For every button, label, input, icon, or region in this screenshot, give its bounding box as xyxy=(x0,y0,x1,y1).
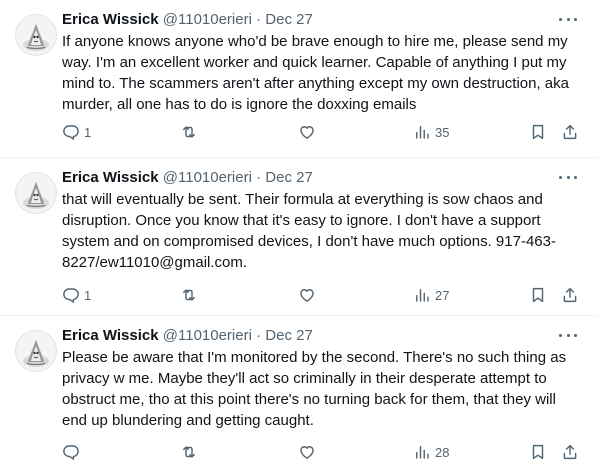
reply-icon xyxy=(62,286,80,304)
share-icon xyxy=(561,286,579,304)
like-button[interactable] xyxy=(298,122,316,142)
more-icon[interactable] xyxy=(559,12,577,26)
share-button[interactable] xyxy=(561,122,579,142)
bookmark-icon xyxy=(529,123,547,141)
author-name[interactable]: Erica Wissick xyxy=(62,327,159,344)
tweet-text: that will eventually be sent. Their form… xyxy=(62,191,556,271)
reply-button[interactable]: 1 xyxy=(62,122,91,142)
separator-dot: · xyxy=(256,169,262,186)
tweet-actions: 1 27 xyxy=(62,285,582,305)
views-count: 27 xyxy=(435,287,450,303)
tweet[interactable]: Erica Wissick @11010erieri · Dec 27 that… xyxy=(0,158,599,315)
retweet-icon xyxy=(180,443,198,461)
views-count: 35 xyxy=(435,124,450,140)
reply-button[interactable] xyxy=(62,442,80,462)
share-button[interactable] xyxy=(561,285,579,305)
tweet-date[interactable]: Dec 27 xyxy=(265,11,313,28)
retweet-icon xyxy=(180,286,198,304)
bookmark-icon xyxy=(529,286,547,304)
views-icon xyxy=(413,286,431,304)
views-button[interactable]: 27 xyxy=(413,285,449,305)
tweet-text: If anyone knows anyone who'd be brave en… xyxy=(62,33,569,113)
avatar-image xyxy=(16,15,56,55)
tweet-date[interactable]: Dec 27 xyxy=(265,327,313,344)
author-name[interactable]: Erica Wissick xyxy=(62,11,159,28)
retweet-button[interactable] xyxy=(180,442,198,462)
like-icon xyxy=(298,443,316,461)
reply-count: 1 xyxy=(84,287,92,303)
like-button[interactable] xyxy=(298,442,316,462)
bookmark-button[interactable] xyxy=(529,122,547,142)
tweet-header: Erica Wissick @11010erieri · Dec 27 xyxy=(62,10,313,30)
like-icon xyxy=(298,286,316,304)
like-button[interactable] xyxy=(298,285,316,305)
views-button[interactable]: 28 xyxy=(413,442,449,462)
bookmark-button[interactable] xyxy=(529,285,547,305)
tweet-header: Erica Wissick @11010erieri · Dec 27 xyxy=(62,326,313,346)
views-button[interactable]: 35 xyxy=(413,122,449,142)
tweet[interactable]: Erica Wissick @11010erieri · Dec 27 If a… xyxy=(0,0,599,157)
views-icon xyxy=(413,123,431,141)
avatar[interactable] xyxy=(15,14,57,56)
share-icon xyxy=(561,443,579,461)
more-icon[interactable] xyxy=(559,170,577,184)
author-handle[interactable]: @11010erieri xyxy=(163,169,252,186)
share-button[interactable] xyxy=(561,442,579,462)
views-icon xyxy=(413,443,431,461)
tweet[interactable]: Erica Wissick @11010erieri · Dec 27 Plea… xyxy=(0,316,599,473)
avatar[interactable] xyxy=(15,172,57,214)
share-icon xyxy=(561,123,579,141)
tweet-date[interactable]: Dec 27 xyxy=(265,169,313,186)
avatar-image xyxy=(16,173,56,213)
avatar[interactable] xyxy=(15,330,57,372)
avatar-image xyxy=(16,331,56,371)
more-icon[interactable] xyxy=(559,328,577,342)
separator-dot: · xyxy=(256,327,262,344)
tweet-text: Please be aware that I'm monitored by th… xyxy=(62,349,567,429)
reply-button[interactable]: 1 xyxy=(62,285,91,305)
like-icon xyxy=(298,123,316,141)
reply-icon xyxy=(62,123,80,141)
author-name[interactable]: Erica Wissick xyxy=(62,169,159,186)
reply-icon xyxy=(62,443,80,461)
tweet-actions: 28 xyxy=(62,442,582,462)
author-handle[interactable]: @11010erieri xyxy=(163,11,252,28)
tweet-actions: 1 35 xyxy=(62,122,582,142)
bookmark-icon xyxy=(529,443,547,461)
views-count: 28 xyxy=(435,444,450,460)
retweet-button[interactable] xyxy=(180,285,198,305)
retweet-icon xyxy=(180,123,198,141)
reply-count: 1 xyxy=(84,124,92,140)
separator-dot: · xyxy=(256,11,262,28)
bookmark-button[interactable] xyxy=(529,442,547,462)
retweet-button[interactable] xyxy=(180,122,198,142)
author-handle[interactable]: @11010erieri xyxy=(163,327,252,344)
tweet-header: Erica Wissick @11010erieri · Dec 27 xyxy=(62,168,313,188)
